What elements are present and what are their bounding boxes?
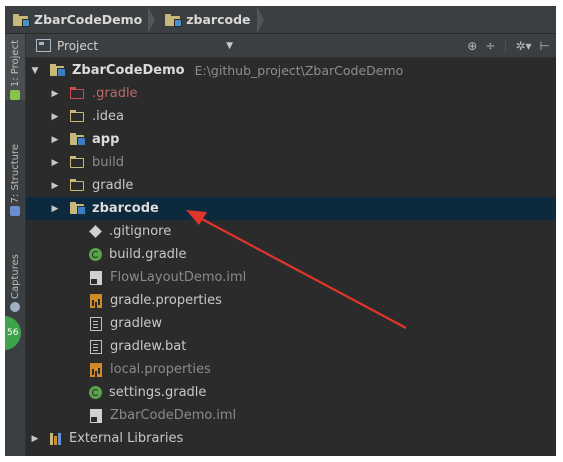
- ide-window: ZbarCodeDemo zbarcode 1: Project 7: Stru…: [5, 6, 556, 456]
- tree-item-build-gradle[interactable]: build.gradle: [26, 243, 556, 266]
- tab-structure[interactable]: 7: Structure: [5, 144, 25, 224]
- breadcrumb-module[interactable]: zbarcode: [157, 6, 258, 33]
- collapsed-caret-icon[interactable]: ▶: [30, 434, 40, 444]
- collapsed-caret-icon[interactable]: ▶: [50, 158, 60, 168]
- collapsed-caret-icon[interactable]: ▶: [50, 181, 60, 191]
- collapsed-caret-icon[interactable]: ▶: [50, 89, 60, 99]
- tab-structure-label: 7: Structure: [9, 144, 21, 204]
- tree-item-zbarcodedemo-iml[interactable]: ZbarCodeDemo.iml: [26, 404, 556, 427]
- tree-item-label: app: [92, 132, 120, 147]
- tree-item-gradle-properties[interactable]: gradle.properties: [26, 289, 556, 312]
- navigation-bar: ZbarCodeDemo zbarcode: [5, 6, 556, 34]
- project-tree: ▼ ZbarCodeDemo E:\github_project\ZbarCod…: [26, 58, 556, 456]
- hide-icon[interactable]: ⊢: [540, 39, 550, 53]
- tree-item-gitignore[interactable]: .gitignore: [26, 220, 556, 243]
- module-folder-icon: [70, 133, 86, 146]
- tree-item-zbarcode[interactable]: ▶ zbarcode: [26, 197, 556, 220]
- tree-item-gradle[interactable]: ▶ gradle: [26, 174, 556, 197]
- tree-item-label: gradle: [92, 178, 134, 193]
- tree-item-label: .gitignore: [109, 224, 172, 239]
- tree-item-label: local.properties: [110, 362, 211, 377]
- gradle-icon: [89, 386, 102, 399]
- iml-file-icon: [90, 408, 102, 423]
- tab-captures-label: Captures: [9, 254, 21, 299]
- tree-item-flowlayout-iml[interactable]: FlowLayoutDemo.iml: [26, 266, 556, 289]
- text-file-icon: [90, 339, 102, 354]
- toolbar-divider: |: [503, 38, 508, 53]
- gradle-icon: [89, 248, 102, 261]
- tree-root[interactable]: ▼ ZbarCodeDemo E:\github_project\ZbarCod…: [26, 59, 556, 82]
- camera-icon: [10, 301, 20, 312]
- tab-project[interactable]: 1: Project: [5, 34, 25, 100]
- tab-project-label: 1: Project: [9, 40, 21, 88]
- text-file-icon: [90, 316, 102, 331]
- android-icon: [10, 90, 20, 100]
- gitignore-icon: [89, 225, 102, 238]
- tree-item-label: FlowLayoutDemo.iml: [110, 270, 247, 285]
- library-icon: [50, 432, 64, 445]
- tree-item-label: gradlew.bat: [110, 339, 187, 354]
- excluded-folder-icon: [70, 87, 86, 100]
- tree-item-label: External Libraries: [69, 431, 184, 446]
- tab-captures[interactable]: Captures: [5, 254, 25, 318]
- tree-item-label: build: [92, 155, 124, 170]
- properties-file-icon: [90, 362, 102, 377]
- project-folder-icon: [13, 13, 30, 27]
- tree-item-build[interactable]: ▶ build: [26, 151, 556, 174]
- folder-icon: [70, 110, 86, 123]
- project-panel-header: Project ▼ ⊕ ÷ | ✲▾ ⊢: [26, 34, 556, 58]
- tree-item-label: build.gradle: [109, 247, 187, 262]
- collapse-icon[interactable]: ÷: [485, 39, 495, 53]
- iml-file-icon: [90, 270, 102, 285]
- breadcrumb-module-label: zbarcode: [186, 12, 251, 27]
- collapsed-caret-icon[interactable]: ▶: [50, 135, 60, 145]
- panel-title[interactable]: Project: [57, 39, 98, 53]
- breadcrumb-project-label: ZbarCodeDemo: [34, 12, 143, 27]
- module-folder-icon: [165, 13, 183, 27]
- collapsed-caret-icon[interactable]: ▶: [50, 204, 60, 214]
- tree-item-label: zbarcode: [92, 201, 159, 216]
- tree-item-idea[interactable]: ▶ .idea: [26, 105, 556, 128]
- tree-item-external-libraries[interactable]: ▶ External Libraries: [26, 427, 556, 450]
- left-tool-strip: 1: Project 7: Structure Captures: [5, 34, 26, 456]
- tree-item-label: gradle.properties: [110, 293, 222, 308]
- settings-icon[interactable]: ✲▾: [515, 39, 531, 53]
- tree-item-local-properties[interactable]: local.properties: [26, 358, 556, 381]
- tree-item-gradle-cache[interactable]: ▶ .gradle: [26, 82, 556, 105]
- structure-icon: [10, 206, 20, 217]
- root-path: E:\github_project\ZbarCodeDemo: [194, 63, 404, 78]
- target-icon[interactable]: ⊕: [467, 39, 477, 53]
- badge-count: 56: [7, 328, 19, 338]
- properties-file-icon: [90, 293, 102, 308]
- module-folder-icon: [70, 202, 86, 215]
- expand-caret-icon[interactable]: ▼: [30, 66, 40, 76]
- folder-icon: [70, 179, 86, 192]
- collapsed-caret-icon[interactable]: ▶: [50, 112, 60, 122]
- folder-icon: [70, 156, 86, 169]
- tree-item-label: settings.gradle: [109, 385, 207, 400]
- tree-item-gradlew[interactable]: gradlew: [26, 312, 556, 335]
- breadcrumb-project[interactable]: ZbarCodeDemo: [5, 6, 150, 33]
- tree-item-label: ZbarCodeDemo.iml: [110, 408, 237, 423]
- tree-item-gradlew-bat[interactable]: gradlew.bat: [26, 335, 556, 358]
- tree-item-label: gradlew: [110, 316, 163, 331]
- tree-item-label: .idea: [92, 109, 124, 124]
- tree-item-settings-gradle[interactable]: settings.gradle: [26, 381, 556, 404]
- tree-item-label: .gradle: [92, 86, 138, 101]
- module-folder-icon: [50, 64, 66, 77]
- project-view-icon: [36, 39, 51, 52]
- chevron-down-icon[interactable]: ▼: [226, 41, 233, 51]
- tree-item-app[interactable]: ▶ app: [26, 128, 556, 151]
- root-label: ZbarCodeDemo: [72, 63, 185, 78]
